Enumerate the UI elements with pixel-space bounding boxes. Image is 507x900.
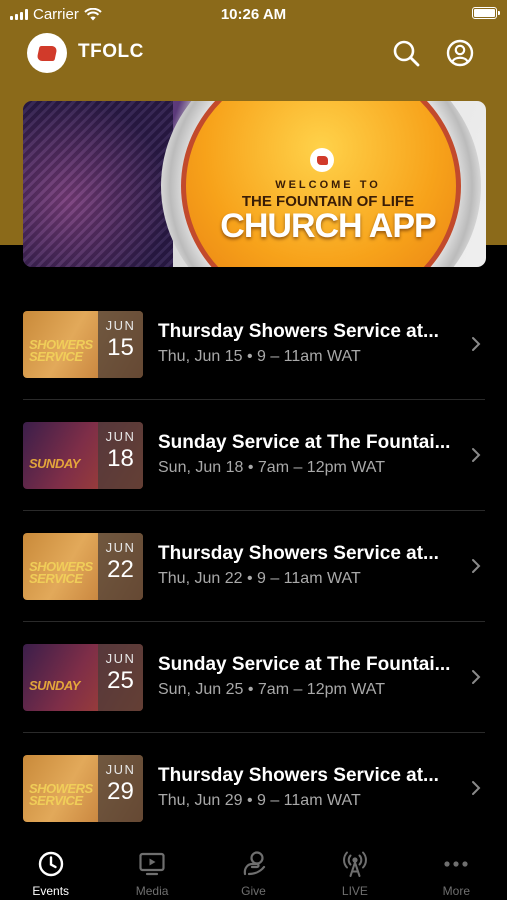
app-header: TFOLC xyxy=(0,32,507,76)
banner-logo xyxy=(310,148,334,172)
tab-bar: Events Media Give LIVE More xyxy=(0,838,507,900)
event-list: SHOWERS SERVICE JUN 15 Thursday Showers … xyxy=(0,289,507,844)
clock-icon xyxy=(38,851,63,877)
tab-label: Events xyxy=(32,884,70,898)
account-icon[interactable] xyxy=(445,38,475,68)
event-title: Thursday Showers Service at... xyxy=(158,765,439,786)
broadcast-icon xyxy=(342,851,367,877)
give-icon xyxy=(243,851,265,876)
tab-events[interactable]: Events xyxy=(0,838,101,900)
banner-headline: CHURCH APP xyxy=(220,207,436,245)
event-date-badge: JUN 22 xyxy=(98,533,143,600)
event-datetime: Sun, Jun 25 • 7am – 12pm WAT xyxy=(158,681,386,698)
tab-label: LIVE xyxy=(341,884,368,898)
event-thumbnail: SUNDAY JUN 25 xyxy=(23,644,143,711)
tab-label: Media xyxy=(135,884,169,898)
banner-welcome-text: WELCOME TO xyxy=(275,179,381,191)
event-datetime: Thu, Jun 15 • 9 – 11am WAT xyxy=(158,348,361,365)
event-date-badge: JUN 25 xyxy=(98,644,143,711)
battery-icon xyxy=(472,7,500,19)
event-thumbnail: SHOWERS SERVICE JUN 22 xyxy=(23,533,143,600)
chevron-right-icon xyxy=(472,670,481,684)
event-row[interactable]: SHOWERS SERVICE JUN 15 Thursday Showers … xyxy=(0,289,507,400)
tab-live[interactable]: LIVE xyxy=(304,838,405,900)
tab-label: More xyxy=(442,884,470,898)
welcome-banner[interactable]: WELCOME TO THE FOUNTAIN OF LIFE CHURCH A… xyxy=(23,101,486,267)
event-datetime: Sun, Jun 18 • 7am – 12pm WAT xyxy=(158,459,386,476)
event-title: Sunday Service at The Fountai... xyxy=(158,432,451,453)
event-title: Thursday Showers Service at... xyxy=(158,321,439,342)
event-row[interactable]: SHOWERS SERVICE JUN 29 Thursday Showers … xyxy=(0,733,507,844)
event-datetime: Thu, Jun 29 • 9 – 11am WAT xyxy=(158,792,361,809)
event-row[interactable]: SUNDAY JUN 25 Sunday Service at The Foun… xyxy=(0,622,507,733)
banner-crowd-image xyxy=(23,101,173,267)
event-row[interactable]: SHOWERS SERVICE JUN 22 Thursday Showers … xyxy=(0,511,507,622)
clock-time: 10:26 AM xyxy=(220,6,287,23)
event-thumbnail: SUNDAY JUN 18 xyxy=(23,422,143,489)
event-date-badge: JUN 29 xyxy=(98,755,143,822)
event-title: Thursday Showers Service at... xyxy=(158,543,439,564)
chevron-right-icon xyxy=(472,337,481,351)
tab-give[interactable]: Give xyxy=(203,838,304,900)
tab-media[interactable]: Media xyxy=(101,838,202,900)
chevron-right-icon xyxy=(472,559,481,573)
event-thumbnail: SHOWERS SERVICE JUN 29 xyxy=(23,755,143,822)
event-datetime: Thu, Jun 22 • 9 – 11am WAT xyxy=(158,570,361,587)
status-bar: Carrier 10:26 AM xyxy=(0,0,507,30)
event-title: Sunday Service at The Fountai... xyxy=(158,654,451,675)
tab-label: Give xyxy=(241,884,266,898)
more-icon xyxy=(444,861,468,867)
tv-icon xyxy=(139,852,165,876)
app-title: TFOLC xyxy=(78,41,144,62)
church-logo xyxy=(27,33,67,73)
chevron-right-icon xyxy=(472,448,481,462)
event-date-badge: JUN 15 xyxy=(98,311,143,378)
event-date-badge: JUN 18 xyxy=(98,422,143,489)
tab-more[interactable]: More xyxy=(406,838,507,900)
search-icon[interactable] xyxy=(391,38,421,68)
event-thumbnail: SHOWERS SERVICE JUN 15 xyxy=(23,311,143,378)
event-row[interactable]: SUNDAY JUN 18 Sunday Service at The Foun… xyxy=(0,400,507,511)
chevron-right-icon xyxy=(472,781,481,795)
